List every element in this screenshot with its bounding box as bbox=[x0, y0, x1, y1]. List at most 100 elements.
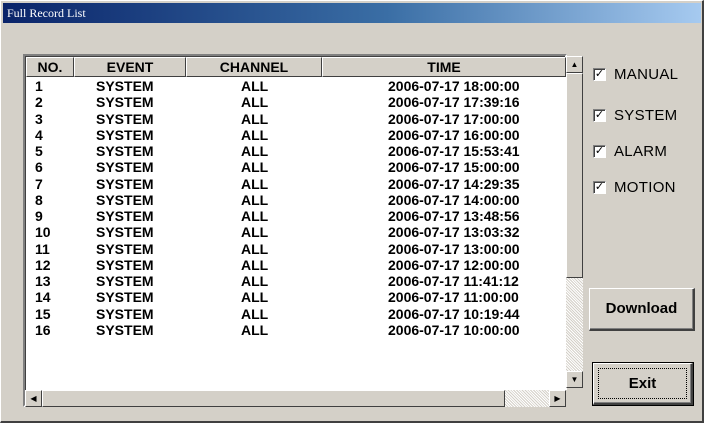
check-icon: ✓ bbox=[593, 144, 606, 158]
record-list[interactable]: NO. EVENT CHANNEL TIME 1 SYSTEM ALL 2006-07… bbox=[23, 54, 567, 407]
row-event: SYSTEM bbox=[96, 159, 154, 176]
download-button[interactable]: Download bbox=[589, 288, 695, 331]
row-no: 2 bbox=[35, 94, 43, 111]
horizontal-scroll-thumb[interactable] bbox=[42, 390, 505, 407]
row-channel: ALL bbox=[241, 126, 269, 143]
row-no: 14 bbox=[35, 289, 51, 306]
row-time: 2006-07-17 13:00:00 bbox=[388, 240, 520, 257]
filter-alarm-checkbox[interactable]: ✓ ALARM bbox=[593, 141, 667, 161]
table-row[interactable]: 5 SYSTEM ALL 2006-07-17 15:53:41 bbox=[28, 143, 566, 159]
row-no: 7 bbox=[35, 175, 43, 192]
window-title: Full Record List bbox=[3, 3, 701, 23]
vertical-scrollbar[interactable]: ▲ ▼ bbox=[566, 56, 583, 388]
row-time: 2006-07-17 13:03:32 bbox=[388, 224, 520, 241]
row-no: 16 bbox=[35, 321, 51, 338]
horizontal-scrollbar[interactable]: ◀ ▶ bbox=[25, 390, 566, 407]
column-header-no[interactable]: NO. bbox=[26, 57, 74, 77]
table-row[interactable]: 9 SYSTEM ALL 2006-07-17 13:48:56 bbox=[28, 208, 566, 224]
exit-button[interactable]: Exit bbox=[592, 362, 694, 406]
row-channel: ALL bbox=[241, 289, 269, 306]
vertical-scroll-thumb[interactable] bbox=[566, 73, 583, 278]
record-list-window: Full Record List NO. EVENT CHANNEL TIME … bbox=[0, 0, 704, 423]
table-row[interactable]: 1 SYSTEM ALL 2006-07-17 18:00:00 bbox=[28, 78, 566, 94]
table-row[interactable]: 6 SYSTEM ALL 2006-07-17 15:00:00 bbox=[28, 159, 566, 175]
row-time: 2006-07-17 11:00:00 bbox=[388, 289, 519, 306]
table-row[interactable]: 13 SYSTEM ALL 2006-07-17 11:41:12 bbox=[28, 273, 566, 289]
table-row[interactable]: 2 SYSTEM ALL 2006-07-17 17:39:16 bbox=[28, 94, 566, 110]
row-channel: ALL bbox=[241, 110, 269, 127]
scrollbar-corner bbox=[566, 390, 583, 407]
row-event: SYSTEM bbox=[96, 126, 154, 143]
row-channel: ALL bbox=[241, 240, 269, 257]
table-row[interactable]: 7 SYSTEM ALL 2006-07-17 14:29:35 bbox=[28, 176, 566, 192]
column-header-time[interactable]: TIME bbox=[322, 57, 566, 77]
row-time: 2006-07-17 17:00:00 bbox=[388, 110, 520, 127]
row-channel: ALL bbox=[241, 94, 269, 111]
row-no: 15 bbox=[35, 305, 51, 322]
row-channel: ALL bbox=[241, 321, 269, 338]
row-channel: ALL bbox=[241, 208, 269, 224]
table-row[interactable]: 10 SYSTEM ALL 2006-07-17 13:03:32 bbox=[28, 224, 566, 240]
table-row[interactable]: 14 SYSTEM ALL 2006-07-17 11:00:00 bbox=[28, 289, 566, 305]
row-channel: ALL bbox=[241, 78, 269, 94]
focus-rectangle bbox=[598, 368, 687, 399]
row-time: 2006-07-17 15:53:41 bbox=[388, 143, 520, 159]
check-icon: ✓ bbox=[593, 180, 606, 194]
row-time: 2006-07-17 15:00:00 bbox=[388, 159, 520, 176]
row-channel: ALL bbox=[241, 143, 269, 159]
filter-motion-label: MOTION bbox=[614, 178, 676, 196]
column-header-event[interactable]: EVENT bbox=[74, 57, 186, 77]
row-event: SYSTEM bbox=[96, 273, 154, 289]
filter-system-checkbox[interactable]: ✓ SYSTEM bbox=[593, 105, 677, 125]
arrow-up-icon: ▲ bbox=[570, 60, 579, 69]
column-header-channel[interactable]: CHANNEL bbox=[186, 57, 322, 77]
row-event: SYSTEM bbox=[96, 305, 154, 322]
row-no: 5 bbox=[35, 143, 43, 159]
table-row[interactable]: 15 SYSTEM ALL 2006-07-17 10:19:44 bbox=[28, 306, 566, 322]
table-row[interactable]: 11 SYSTEM ALL 2006-07-17 13:00:00 bbox=[28, 241, 566, 257]
row-no: 9 bbox=[35, 208, 43, 224]
row-event: SYSTEM bbox=[96, 191, 154, 208]
row-event: SYSTEM bbox=[96, 289, 154, 306]
row-time: 2006-07-17 16:00:00 bbox=[388, 126, 520, 143]
table-row[interactable]: 4 SYSTEM ALL 2006-07-17 16:00:00 bbox=[28, 127, 566, 143]
scroll-right-button[interactable]: ▶ bbox=[549, 390, 566, 407]
row-no: 4 bbox=[35, 126, 43, 143]
table-row[interactable]: 8 SYSTEM ALL 2006-07-17 14:00:00 bbox=[28, 192, 566, 208]
filter-manual-checkbox[interactable]: ✓ MANUAL bbox=[593, 64, 678, 84]
row-channel: ALL bbox=[241, 256, 269, 273]
row-event: SYSTEM bbox=[96, 175, 154, 192]
row-event: SYSTEM bbox=[96, 143, 154, 159]
row-channel: ALL bbox=[241, 159, 269, 176]
row-channel: ALL bbox=[241, 273, 269, 289]
filter-manual-label: MANUAL bbox=[614, 65, 679, 83]
row-time: 2006-07-17 14:00:00 bbox=[388, 191, 520, 208]
row-no: 1 bbox=[35, 78, 43, 94]
filter-system-label: SYSTEM bbox=[614, 106, 678, 124]
row-no: 13 bbox=[35, 273, 51, 289]
filter-motion-checkbox[interactable]: ✓ MOTION bbox=[593, 177, 676, 197]
scroll-left-button[interactable]: ◀ bbox=[25, 390, 42, 407]
table-row[interactable]: 16 SYSTEM ALL 2006-07-17 10:00:00 bbox=[28, 322, 566, 338]
row-event: SYSTEM bbox=[96, 94, 154, 111]
table-row[interactable]: 3 SYSTEM ALL 2006-07-17 17:00:00 bbox=[28, 111, 566, 127]
row-event: SYSTEM bbox=[96, 240, 154, 257]
table-row[interactable]: 12 SYSTEM ALL 2006-07-17 12:00:00 bbox=[28, 257, 566, 273]
row-event: SYSTEM bbox=[96, 78, 154, 94]
row-no: 8 bbox=[35, 191, 43, 208]
check-icon: ✓ bbox=[593, 108, 606, 122]
row-channel: ALL bbox=[241, 305, 269, 322]
scroll-up-button[interactable]: ▲ bbox=[566, 56, 583, 73]
row-no: 11 bbox=[35, 240, 50, 257]
row-channel: ALL bbox=[241, 224, 269, 241]
scroll-down-button[interactable]: ▼ bbox=[566, 371, 583, 388]
row-channel: ALL bbox=[241, 175, 269, 192]
arrow-down-icon: ▼ bbox=[570, 375, 579, 384]
row-event: SYSTEM bbox=[96, 321, 154, 338]
row-time: 2006-07-17 18:00:00 bbox=[388, 78, 520, 94]
arrow-left-icon: ◀ bbox=[30, 394, 37, 403]
check-icon: ✓ bbox=[593, 67, 606, 81]
row-no: 10 bbox=[35, 224, 51, 241]
record-rows: 1 SYSTEM ALL 2006-07-17 18:00:00 2 SYSTEM ALL 2… bbox=[28, 78, 566, 388]
row-time: 2006-07-17 10:19:44 bbox=[388, 305, 520, 322]
